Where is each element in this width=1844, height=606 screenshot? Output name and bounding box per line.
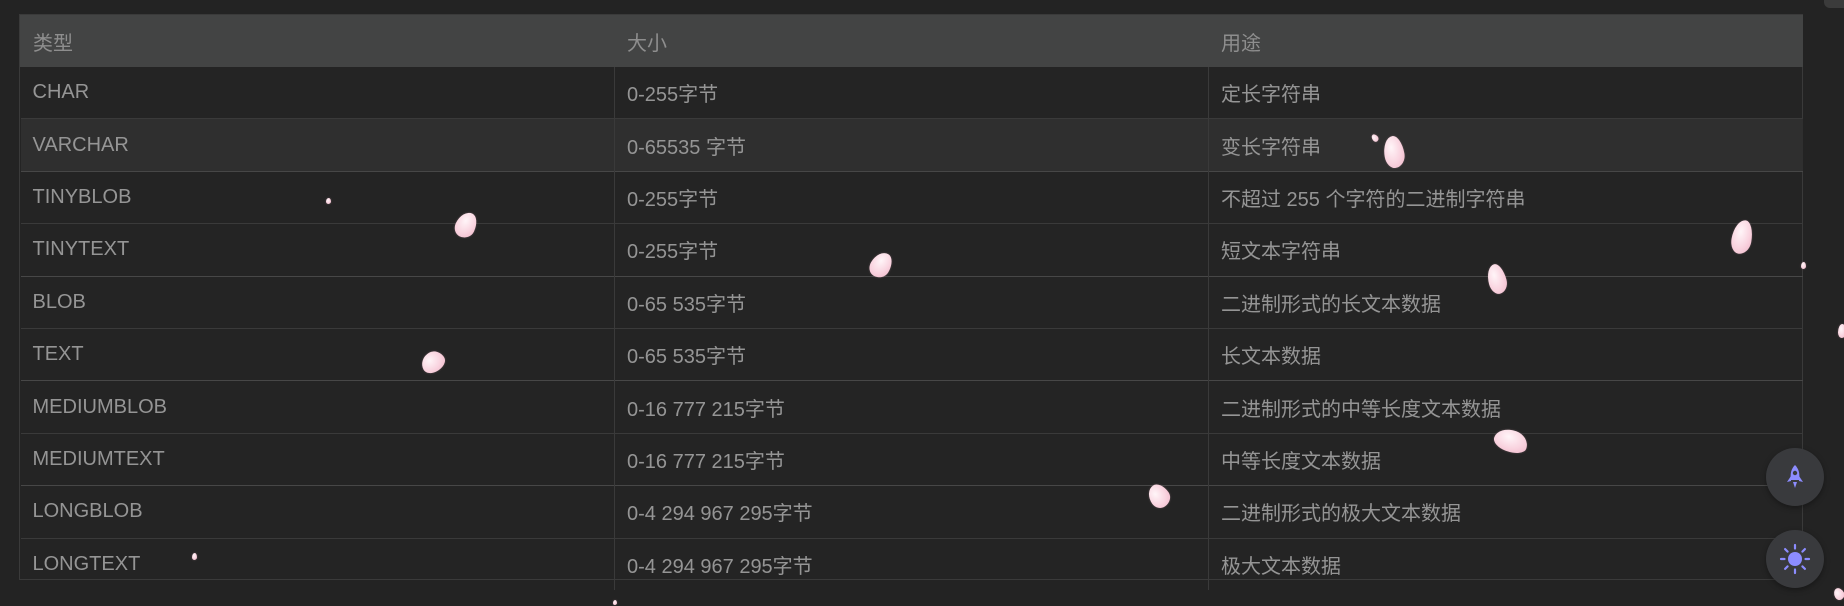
cell-usage: 极大文本数据	[1208, 537, 1803, 590]
cell-type: LONGBLOB	[20, 485, 615, 539]
table-row: LONGBLOB 0-4 294 967 295字节 二进制形式的极大文本数据	[20, 485, 1803, 539]
cell-size: 0-65535 字节	[614, 118, 1209, 172]
cell-type: MEDIUMBLOB	[20, 380, 615, 434]
cell-size: 0-4 294 967 295字节	[614, 537, 1209, 590]
cell-type: TEXT	[20, 327, 615, 381]
table-row: LONGTEXT 0-4 294 967 295字节 极大文本数据	[20, 537, 1803, 590]
table-row: MEDIUMTEXT 0-16 777 215字节 中等长度文本数据	[20, 432, 1803, 486]
table-row: TINYBLOB 0-255字节 不超过 255 个字符的二进制字符串	[20, 170, 1803, 224]
cell-type: BLOB	[20, 275, 615, 329]
cell-type: TINYBLOB	[20, 170, 615, 224]
header-usage: 用途	[1208, 15, 1803, 67]
sun-icon	[1778, 542, 1812, 576]
table-header: 类型 大小 用途	[20, 15, 1803, 67]
data-types-table-container: 类型 大小 用途 CHAR 0-255字节 定长字符串 VARCHAR 0-65…	[19, 14, 1803, 590]
table-header-row: 类型 大小 用途	[20, 15, 1803, 67]
cell-type: CHAR	[32, 81, 90, 104]
cell-size: 0-65 535字节	[614, 327, 1209, 381]
header-size: 大小	[614, 15, 1209, 67]
cell-type: VARCHAR	[20, 118, 615, 172]
cell-type: TINYTEXT	[20, 223, 615, 277]
corner-scroll-button[interactable]	[1824, 0, 1844, 8]
petal-decoration	[1838, 324, 1844, 338]
cell-size: 0-255字节	[614, 67, 1209, 119]
petal-decoration	[1801, 262, 1806, 269]
cell-usage: 长文本数据	[1208, 327, 1803, 381]
table-row: TEXT 0-65 535字节 长文本数据	[20, 327, 1803, 381]
table-row: TINYTEXT 0-255字节 短文本字符串	[20, 223, 1803, 277]
table-body: CHAR 0-255字节 定长字符串 VARCHAR 0-65535 字节 变长…	[20, 67, 1803, 590]
cell-size: 0-65 535字节	[614, 275, 1209, 329]
table-row: MEDIUMBLOB 0-16 777 215字节 二进制形式的中等长度文本数据	[20, 380, 1803, 434]
cell-size: 0-255字节	[614, 223, 1209, 277]
cell-usage: 定长字符串	[1208, 67, 1803, 119]
cell-usage: 短文本字符串	[1208, 223, 1803, 277]
petal-decoration	[192, 553, 197, 560]
data-types-table: 类型 大小 用途 CHAR 0-255字节 定长字符串 VARCHAR 0-65…	[20, 15, 1803, 590]
cell-usage: 不超过 255 个字符的二进制字符串	[1208, 170, 1803, 224]
theme-toggle-button[interactable]	[1766, 530, 1824, 588]
cell-type: MEDIUMTEXT	[20, 432, 615, 486]
cell-size: 0-4 294 967 295字节	[614, 485, 1209, 539]
rocket-button[interactable]	[1766, 448, 1824, 506]
table-row: CHAR 0-255字节 定长字符串	[21, 67, 1803, 119]
table-row: BLOB 0-65 535字节 二进制形式的长文本数据	[20, 275, 1803, 329]
cell-usage: 变长字符串	[1208, 118, 1803, 172]
cell-type: LONGTEXT	[20, 537, 615, 590]
petal-decoration	[326, 198, 331, 204]
table-row: VARCHAR 0-65535 字节 变长字符串	[20, 118, 1803, 172]
rocket-icon	[1780, 462, 1810, 492]
petal-decoration	[613, 600, 617, 605]
cell-usage: 二进制形式的中等长度文本数据	[1208, 380, 1803, 434]
header-type: 类型	[20, 15, 615, 67]
cell-size: 0-255字节	[614, 170, 1209, 224]
cell-usage: 二进制形式的极大文本数据	[1208, 485, 1803, 539]
cell-size: 0-16 777 215字节	[614, 380, 1209, 434]
cell-size: 0-16 777 215字节	[614, 432, 1209, 486]
